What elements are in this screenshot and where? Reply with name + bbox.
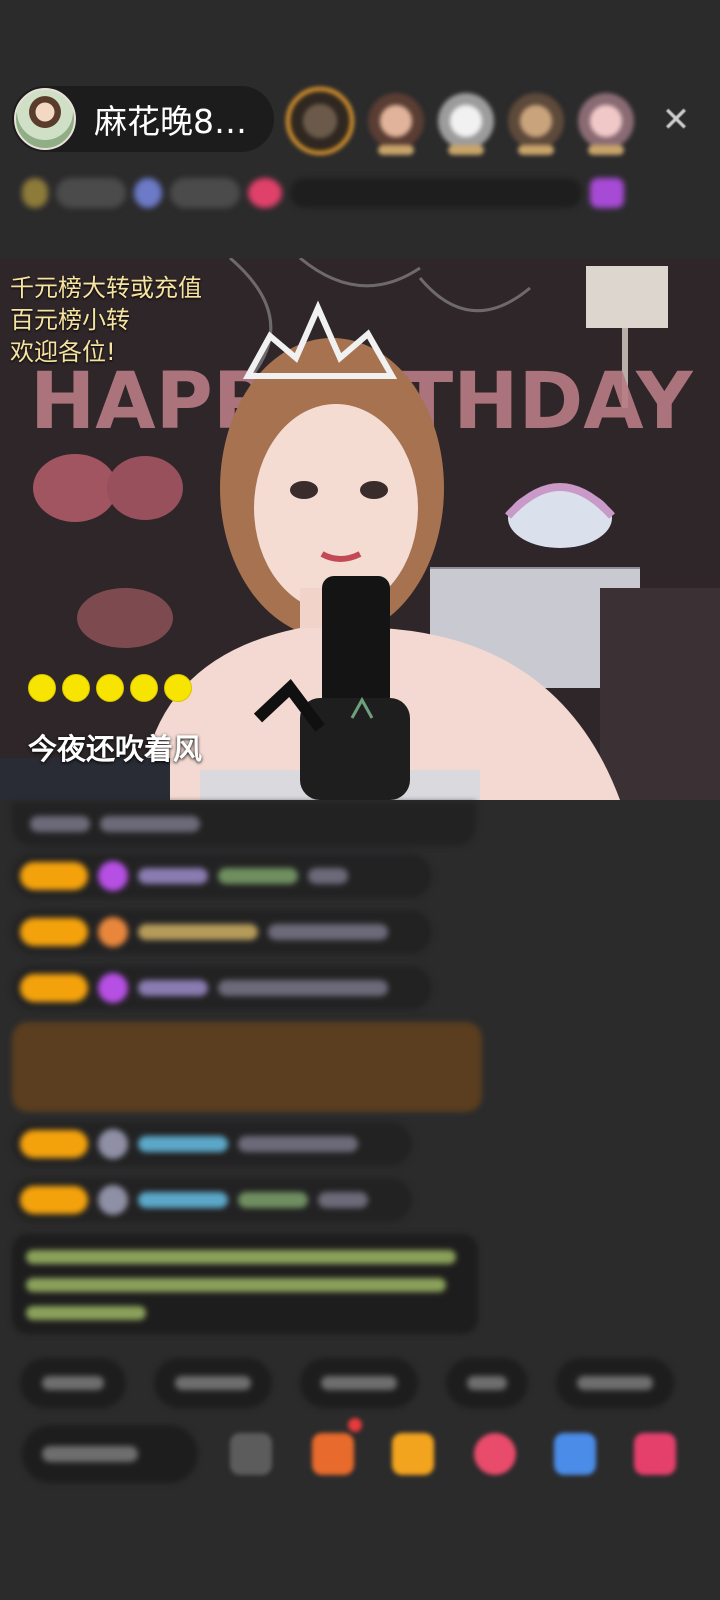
viewer-avatar[interactable] xyxy=(578,93,634,155)
viewer-avatar[interactable] xyxy=(286,87,354,155)
quick-replies xyxy=(20,1358,674,1410)
quick-reply-chip[interactable] xyxy=(556,1358,674,1408)
viewer-avatar[interactable] xyxy=(438,93,494,155)
notice-line-1: 千元榜大转或充值 xyxy=(10,274,202,302)
live-video[interactable]: HAPP THDAY 千元榜大转或充值 百元榜小转 欢迎各位! 今夜还吹着风 xyxy=(0,258,720,800)
controller-icon[interactable] xyxy=(554,1433,596,1475)
gift-icon[interactable] xyxy=(634,1433,676,1475)
chat-message xyxy=(12,910,432,954)
host-avatar[interactable] xyxy=(14,88,76,150)
chat-message xyxy=(12,1178,412,1222)
chat-message xyxy=(12,1122,412,1166)
game-icon[interactable] xyxy=(474,1433,516,1475)
song-title: 今夜还吹着风 xyxy=(28,732,203,766)
quick-reply-chip[interactable] xyxy=(300,1358,418,1408)
chat-message xyxy=(12,802,476,846)
emoji-icon[interactable] xyxy=(230,1433,272,1475)
progress-dot xyxy=(62,674,90,702)
viewer-avatar[interactable] xyxy=(368,93,424,155)
system-message xyxy=(12,1234,478,1334)
progress-dot xyxy=(96,674,124,702)
quick-reply-chip[interactable] xyxy=(154,1358,272,1408)
viewer-avatar[interactable] xyxy=(508,93,564,155)
notice-line-2: 百元榜小转 xyxy=(10,306,130,334)
live-room-screen: 麻花晚8… ✕ HAPP THDAY 千元榜大转或充值 百元榜小转 欢迎各位! … xyxy=(0,0,720,1600)
top-viewers xyxy=(286,86,634,156)
quick-reply-chip[interactable] xyxy=(20,1358,126,1408)
host-name[interactable]: 麻花晚8… xyxy=(94,95,247,143)
rank-badge-strip[interactable] xyxy=(22,170,686,216)
streamer-notice: 千元榜大转或充值 百元榜小转 欢迎各位! xyxy=(10,272,202,368)
progress-dot xyxy=(164,674,192,702)
progress-dot xyxy=(28,674,56,702)
chat-message xyxy=(12,966,432,1010)
quick-reply-chip[interactable] xyxy=(446,1358,528,1408)
svg-text:THDAY: THDAY xyxy=(400,357,694,447)
chat-input[interactable] xyxy=(22,1425,198,1483)
host-info[interactable]: 麻花晚8… xyxy=(12,86,274,152)
notice-line-3: 欢迎各位! xyxy=(10,338,116,366)
progress-dot xyxy=(130,674,158,702)
red-packet-icon[interactable] xyxy=(392,1433,434,1475)
gift-box-icon[interactable] xyxy=(312,1433,354,1475)
bottom-toolbar xyxy=(22,1418,702,1484)
song-progress-dots xyxy=(28,674,192,702)
close-icon[interactable]: ✕ xyxy=(656,100,696,140)
chat-message xyxy=(12,854,432,898)
red-dot-badge xyxy=(348,1418,362,1432)
chat-message-highlight xyxy=(12,1022,482,1112)
